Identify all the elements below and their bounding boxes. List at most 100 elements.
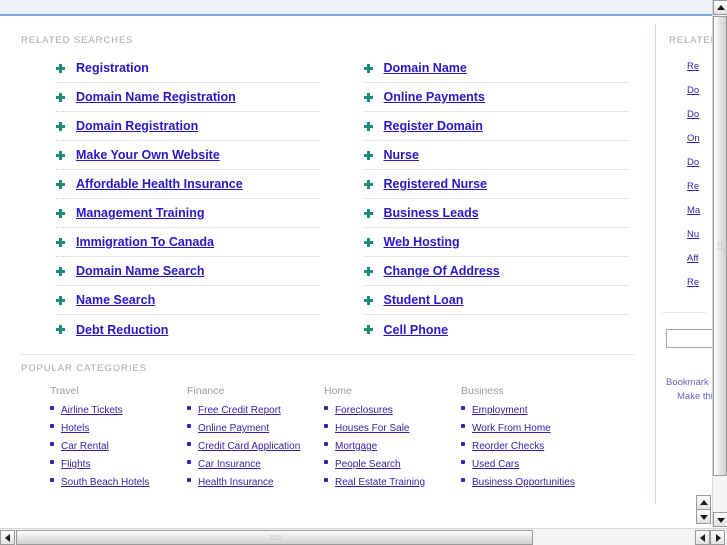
related-search-item[interactable]: Debt Reduction [56, 315, 320, 344]
related-search-link[interactable]: Immigration To Canada [76, 235, 214, 249]
inner-scroll-down-button[interactable] [696, 509, 711, 524]
list-item[interactable]: Work From Home [461, 420, 598, 435]
list-item[interactable]: Houses For Sale [324, 420, 461, 435]
vertical-scrollbar-thumb[interactable] [713, 16, 727, 476]
sidebar-list-item[interactable]: Do [687, 106, 712, 130]
make-homepage-link[interactable]: Make this [666, 390, 712, 404]
related-search-item[interactable]: Registration [56, 54, 320, 83]
related-search-item[interactable]: Student Loan [363, 286, 629, 315]
sidebar-link[interactable]: Do [687, 85, 699, 96]
sidebar-list-item[interactable]: Do [687, 154, 712, 178]
scroll-up-button[interactable] [713, 0, 727, 15]
related-search-link[interactable]: Web Hosting [384, 235, 460, 249]
category-link[interactable]: Car Insurance [198, 459, 261, 470]
sidebar-link[interactable]: Re [687, 61, 699, 72]
list-item[interactable]: South Beach Hotels [50, 474, 187, 489]
list-item[interactable]: Used Cars [461, 456, 598, 471]
list-item[interactable]: Mortgage [324, 438, 461, 453]
related-search-link[interactable]: Domain Name [384, 61, 467, 75]
inner-vertical-scrollbar[interactable] [696, 495, 711, 527]
related-search-item[interactable]: Change Of Address [363, 257, 629, 286]
category-link[interactable]: Credit Card Application [198, 441, 300, 452]
sidebar-link[interactable]: On [687, 133, 700, 144]
category-link[interactable]: South Beach Hotels [61, 477, 149, 488]
sidebar-list-item[interactable]: Re [687, 274, 712, 298]
inner-scroll-up-button[interactable] [696, 495, 711, 510]
related-search-item[interactable]: Domain Name [363, 54, 629, 83]
sidebar-list-item[interactable]: Do [687, 82, 712, 106]
sidebar-list-item[interactable]: Ma [687, 202, 712, 226]
related-search-item[interactable]: Registered Nurse [363, 170, 629, 199]
horizontal-scrollbar-thumb[interactable] [16, 530, 533, 545]
sidebar-link[interactable]: Nu [687, 229, 699, 240]
sidebar-list-item[interactable]: On [687, 130, 712, 154]
category-link[interactable]: Reorder Checks [472, 441, 544, 452]
related-search-link[interactable]: Business Leads [384, 206, 479, 220]
category-link[interactable]: People Search [335, 459, 401, 470]
related-search-link[interactable]: Registration [76, 61, 149, 75]
list-item[interactable]: Car Insurance [187, 456, 324, 471]
related-search-link[interactable]: Affordable Health Insurance [76, 177, 243, 191]
related-search-item[interactable]: Make Your Own Website [56, 141, 320, 170]
list-item[interactable]: Business Opportunities [461, 474, 598, 489]
horizontal-scroll-button-pair[interactable] [695, 530, 725, 545]
related-search-item[interactable]: Web Hosting [363, 228, 629, 257]
list-item[interactable]: Airline Tickets [50, 402, 187, 417]
related-search-item[interactable]: Nurse [363, 141, 629, 170]
category-link[interactable]: Online Payment [198, 423, 269, 434]
scroll-left-button[interactable] [0, 530, 15, 545]
related-search-link[interactable]: Management Training [76, 206, 205, 220]
inner-scroll-left-button[interactable] [695, 530, 710, 545]
list-item[interactable]: Online Payment [187, 420, 324, 435]
related-search-item[interactable]: Immigration To Canada [56, 228, 320, 257]
sidebar-list-item[interactable]: Re [687, 58, 712, 82]
list-item[interactable]: People Search [324, 456, 461, 471]
sidebar-search-input[interactable] [666, 329, 712, 348]
list-item[interactable]: Real Estate Training [324, 474, 461, 489]
related-search-item[interactable]: Register Domain [363, 112, 629, 141]
related-search-item[interactable]: Affordable Health Insurance [56, 170, 320, 199]
category-link[interactable]: Health Insurance [198, 477, 274, 488]
category-link[interactable]: Used Cars [472, 459, 519, 470]
related-search-link[interactable]: Change Of Address [384, 264, 500, 278]
list-item[interactable]: Credit Card Application [187, 438, 324, 453]
category-link[interactable]: Real Estate Training [335, 477, 425, 488]
related-search-link[interactable]: Student Loan [384, 293, 464, 307]
related-search-link[interactable]: Debt Reduction [76, 323, 168, 337]
category-link[interactable]: Employment [472, 405, 528, 416]
sidebar-link[interactable]: Do [687, 109, 699, 120]
related-search-link[interactable]: Make Your Own Website [76, 148, 220, 162]
sidebar-list-item[interactable]: Nu [687, 226, 712, 250]
sidebar-link[interactable]: Re [687, 277, 699, 288]
related-search-item[interactable]: Domain Name Search [56, 257, 320, 286]
scroll-down-button[interactable] [713, 512, 727, 527]
sidebar-link[interactable]: Aff [687, 253, 698, 264]
related-search-link[interactable]: Registered Nurse [384, 177, 488, 191]
related-search-item[interactable]: Online Payments [363, 83, 629, 112]
related-search-link[interactable]: Register Domain [384, 119, 483, 133]
category-link[interactable]: Car Rental [61, 441, 109, 452]
related-search-link[interactable]: Domain Name Search [76, 264, 205, 278]
list-item[interactable]: Employment [461, 402, 598, 417]
category-link[interactable]: Free Credit Report [198, 405, 281, 416]
horizontal-scrollbar[interactable] [0, 528, 727, 545]
related-search-link[interactable]: Nurse [384, 148, 419, 162]
category-link[interactable]: Flights [61, 459, 90, 470]
category-link[interactable]: Airline Tickets [61, 405, 123, 416]
list-item[interactable]: Car Rental [50, 438, 187, 453]
list-item[interactable]: Hotels [50, 420, 187, 435]
related-search-item[interactable]: Business Leads [363, 199, 629, 228]
related-search-item[interactable]: Domain Name Registration [56, 83, 320, 112]
list-item[interactable]: Flights [50, 456, 187, 471]
sidebar-list-item[interactable]: Aff [687, 250, 712, 274]
sidebar-link[interactable]: Do [687, 157, 699, 168]
inner-scroll-right-button[interactable] [710, 530, 725, 545]
category-link[interactable]: Foreclosures [335, 405, 393, 416]
sidebar-list-item[interactable]: Re [687, 178, 712, 202]
related-search-link[interactable]: Domain Name Registration [76, 90, 236, 104]
vertical-scrollbar[interactable] [712, 0, 727, 527]
category-link[interactable]: Work From Home [472, 423, 551, 434]
list-item[interactable]: Free Credit Report [187, 402, 324, 417]
list-item[interactable]: Reorder Checks [461, 438, 598, 453]
related-search-link[interactable]: Name Search [76, 293, 155, 307]
